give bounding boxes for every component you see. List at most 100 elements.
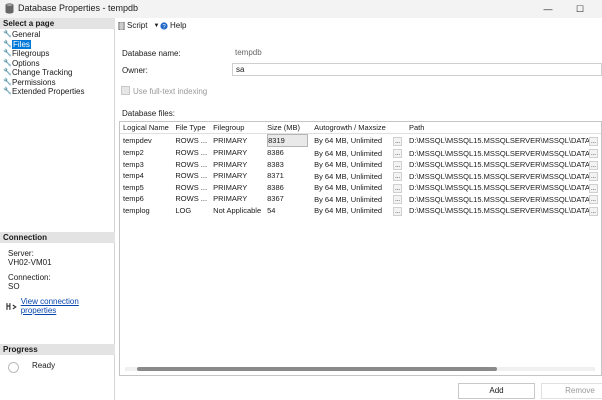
cell-text: By 64 MB, Unlimited bbox=[314, 136, 383, 146]
database-icon bbox=[5, 3, 14, 14]
table-cell[interactable]: ROWS ... bbox=[172, 193, 210, 205]
add-button[interactable]: Add bbox=[458, 383, 535, 399]
script-button[interactable]: Script ▼ bbox=[118, 21, 159, 31]
column-header[interactable]: Size (MB) bbox=[264, 122, 312, 134]
table-cell[interactable]: ROWS ... bbox=[172, 159, 210, 171]
table-cell[interactable]: 54 bbox=[264, 205, 311, 217]
path-cell[interactable]: D:\MSSQL\MSSQL15.MSSQLSERVER\MSSQL\DATA.… bbox=[406, 170, 601, 182]
table-row[interactable]: temp2 ROWS ... PRIMARY 8386 By 64 MB, Unlimi… bbox=[120, 147, 601, 159]
column-header[interactable]: Logical Name bbox=[120, 122, 173, 134]
chevron-down-icon[interactable]: ▼ bbox=[153, 21, 159, 31]
table-cell[interactable]: 8367 bbox=[264, 193, 311, 205]
column-header[interactable]: Path bbox=[405, 122, 601, 134]
cell-text: By 64 MB, Unlimited bbox=[314, 171, 383, 181]
path-cell[interactable]: D:\MSSQL\MSSQL15.MSSQLSERVER\MSSQL\DATA.… bbox=[406, 147, 601, 159]
autogrowth-cell[interactable]: By 64 MB, Unlimited... bbox=[311, 205, 406, 217]
remove-button[interactable]: Remove bbox=[541, 383, 602, 399]
table-cell[interactable]: tempdev bbox=[120, 134, 172, 148]
ellipsis-button[interactable]: ... bbox=[393, 206, 403, 216]
table-cell[interactable]: 8386 bbox=[264, 147, 311, 159]
server-label: Server: bbox=[8, 249, 34, 258]
autogrowth-cell[interactable]: By 64 MB, Unlimited... bbox=[311, 170, 406, 182]
table-cell[interactable]: 8371 bbox=[264, 170, 311, 182]
table-cell[interactable]: ROWS ... bbox=[172, 170, 210, 182]
table-cell[interactable]: ROWS ... bbox=[172, 134, 210, 148]
table-cell[interactable]: temp2 bbox=[120, 147, 172, 159]
autogrowth-cell[interactable]: By 64 MB, Unlimited... bbox=[311, 147, 406, 159]
sidebar-item-label: Permissions bbox=[12, 77, 56, 87]
ellipsis-button[interactable]: ... bbox=[588, 149, 598, 158]
minimize-button[interactable]: — bbox=[541, 2, 555, 16]
autogrowth-cell[interactable]: By 64 MB, Unlimited... bbox=[311, 159, 406, 171]
table-row[interactable]: temp6 ROWS ... PRIMARY 8367 By 64 MB, Unlimi… bbox=[120, 193, 601, 205]
ellipsis-button[interactable]: ... bbox=[588, 136, 598, 146]
ellipsis-button[interactable]: ... bbox=[393, 136, 403, 146]
sidebar-item-files[interactable]: 🔧 Files bbox=[3, 39, 31, 49]
size-cell[interactable]: 8319 bbox=[267, 134, 309, 147]
horizontal-scrollbar[interactable] bbox=[125, 367, 595, 371]
table-cell[interactable]: temp6 bbox=[120, 193, 172, 205]
table-cell[interactable]: PRIMARY bbox=[210, 147, 264, 159]
ellipsis-button[interactable]: ... bbox=[588, 160, 598, 170]
ellipsis-button[interactable]: ... bbox=[393, 160, 403, 170]
table-cell[interactable]: temp4 bbox=[120, 170, 172, 182]
table-cell[interactable]: 8386 bbox=[264, 182, 311, 194]
ellipsis-button[interactable]: ... bbox=[393, 195, 403, 205]
table-cell[interactable]: templog bbox=[120, 205, 172, 217]
view-connection-link[interactable]: View connection properties bbox=[21, 297, 114, 315]
sidebar-item-general[interactable]: 🔧 General bbox=[3, 30, 40, 39]
toolbar: Script ▼ ? Help bbox=[115, 18, 602, 36]
ellipsis-button[interactable]: ... bbox=[393, 183, 403, 193]
ellipsis-button[interactable]: ... bbox=[588, 195, 598, 205]
sidebar-item-options[interactable]: 🔧 Options bbox=[3, 59, 40, 68]
table-cell[interactable]: PRIMARY bbox=[210, 159, 264, 171]
sidebar-item-permissions[interactable]: 🔧 Permissions bbox=[3, 78, 56, 87]
table-cell[interactable]: PRIMARY bbox=[210, 193, 264, 205]
table-cell[interactable]: PRIMARY bbox=[210, 170, 264, 182]
table-cell[interactable]: ROWS ... bbox=[172, 182, 210, 194]
table-cell[interactable]: LOG bbox=[172, 205, 210, 217]
table-cell[interactable]: temp3 bbox=[120, 159, 172, 171]
autogrowth-cell[interactable]: By 64 MB, Unlimited... bbox=[311, 182, 406, 194]
autogrowth-cell[interactable]: By 64 MB, Unlimited... bbox=[311, 193, 406, 205]
path-cell[interactable]: D:\MSSQL\MSSQL15.MSSQLSERVER\MSSQL\DATA.… bbox=[406, 205, 601, 217]
sidebar-item-change-tracking[interactable]: 🔧 Change Tracking bbox=[3, 68, 72, 77]
path-cell[interactable]: D:\MSSQL\MSSQL15.MSSQLSERVER\MSSQL\DATA.… bbox=[406, 182, 601, 194]
table-row[interactable]: temp3 ROWS ... PRIMARY 8383 By 64 MB, Unlimi… bbox=[120, 159, 601, 171]
table-cell[interactable]: Not Applicable bbox=[210, 205, 264, 217]
sidebar-item-extended-properties[interactable]: 🔧 Extended Properties bbox=[3, 87, 85, 96]
owner-label: Owner: bbox=[122, 66, 148, 75]
cell-text: By 64 MB, Unlimited bbox=[314, 160, 383, 170]
scrollbar-thumb[interactable] bbox=[137, 367, 497, 371]
ellipsis-button[interactable]: ... bbox=[588, 183, 598, 193]
column-header[interactable]: Filegroup bbox=[210, 122, 265, 134]
database-files-label: Database files: bbox=[122, 109, 175, 118]
column-header[interactable]: Autogrowth / Maxsize bbox=[311, 122, 406, 134]
owner-field[interactable]: sa bbox=[232, 63, 602, 76]
table-row[interactable]: temp5 ROWS ... PRIMARY 8386 By 64 MB, Unlimi… bbox=[120, 182, 601, 194]
path-cell[interactable]: D:\MSSQL\MSSQL15.MSSQLSERVER\MSSQL\DATA.… bbox=[406, 159, 601, 171]
view-connection-row[interactable]: View connection properties bbox=[6, 297, 114, 315]
ellipsis-button[interactable]: ... bbox=[393, 149, 403, 158]
maximize-button[interactable]: ☐ bbox=[573, 2, 587, 16]
sidebar-item-filegroups[interactable]: 🔧 Filegroups bbox=[3, 49, 49, 58]
ellipsis-button[interactable]: ... bbox=[588, 172, 598, 182]
autogrowth-cell[interactable]: By 64 MB, Unlimited... bbox=[311, 134, 406, 148]
database-files-grid[interactable]: Logical Name File Type Filegroup Size (MB) A… bbox=[119, 121, 602, 376]
table-row[interactable]: templog LOG Not Applicable 54 By 64 MB, Unli… bbox=[120, 205, 601, 217]
path-cell[interactable]: D:\MSSQL\MSSQL15.MSSQLSERVER\MSSQL\DATA.… bbox=[406, 134, 601, 148]
table-cell[interactable]: temp5 bbox=[120, 182, 172, 194]
table-cell[interactable]: PRIMARY bbox=[210, 182, 264, 194]
table-cell[interactable]: PRIMARY bbox=[210, 134, 264, 148]
table-cell[interactable]: 8383 bbox=[264, 159, 311, 171]
table-cell[interactable]: ROWS ... bbox=[172, 147, 210, 159]
ellipsis-button[interactable]: ... bbox=[588, 206, 598, 216]
files-page: Database name: tempdb Owner: sa Use full… bbox=[115, 36, 602, 380]
column-header[interactable]: File Type bbox=[172, 122, 211, 134]
help-button[interactable]: ? Help bbox=[160, 21, 186, 31]
script-icon bbox=[118, 22, 125, 30]
ellipsis-button[interactable]: ... bbox=[393, 172, 403, 182]
table-row[interactable]: tempdev ROWS ... PRIMARY 8319 By 64 MB, Unli… bbox=[120, 134, 601, 148]
table-row[interactable]: temp4 ROWS ... PRIMARY 8371 By 64 MB, Unlimi… bbox=[120, 170, 601, 182]
path-cell[interactable]: D:\MSSQL\MSSQL15.MSSQLSERVER\MSSQL\DATA.… bbox=[406, 193, 601, 205]
